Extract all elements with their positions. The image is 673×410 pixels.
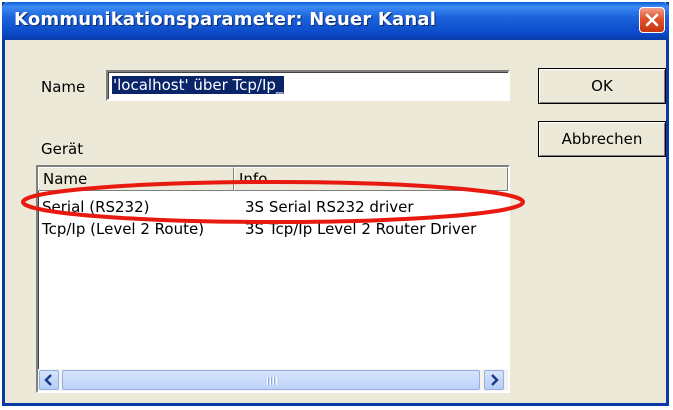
column-header-info[interactable]: Info [234, 167, 508, 191]
close-button[interactable] [639, 7, 665, 33]
device-info: 3S Tcp/Ip Level 2 Router Driver [245, 220, 477, 238]
horizontal-scrollbar[interactable] [38, 369, 508, 391]
chevron-left-icon [44, 374, 52, 386]
device-name: Tcp/Ip (Level 2 Route) [42, 220, 205, 238]
device-label: Gerät [41, 140, 84, 158]
grip-icon [267, 377, 277, 385]
device-name: Serial (RS232) [42, 198, 150, 216]
column-header-name[interactable]: Name [38, 167, 234, 191]
name-label: Name [41, 78, 86, 96]
device-info: 3S Serial RS232 driver [245, 198, 414, 216]
scroll-left-button[interactable] [39, 370, 59, 390]
cancel-button[interactable]: Abbrechen [538, 121, 666, 157]
list-item[interactable]: Serial (RS232) 3S Serial RS232 driver [38, 197, 508, 217]
list-item[interactable]: Tcp/Ip (Level 2 Route) 3S Tcp/Ip Level 2… [38, 219, 508, 239]
scrollbar-thumb[interactable] [62, 370, 480, 390]
scroll-right-button[interactable] [484, 370, 504, 390]
ok-button[interactable]: OK [538, 68, 666, 104]
name-input[interactable]: 'localhost' über Tcp/Ip_ [106, 70, 510, 101]
device-list[interactable]: Name Info Serial (RS232) 3S Serial RS232… [36, 165, 510, 393]
chevron-right-icon [491, 374, 499, 386]
close-icon [645, 13, 659, 27]
dialog-window: Kommunikationsparameter: Neuer Kanal Nam… [2, 2, 669, 406]
name-input-value: 'localhost' über Tcp/Ip_ [112, 76, 285, 94]
list-header: Name Info [38, 167, 508, 191]
title-bar[interactable]: Kommunikationsparameter: Neuer Kanal [2, 2, 669, 40]
dialog-title: Kommunikationsparameter: Neuer Kanal [14, 9, 437, 30]
